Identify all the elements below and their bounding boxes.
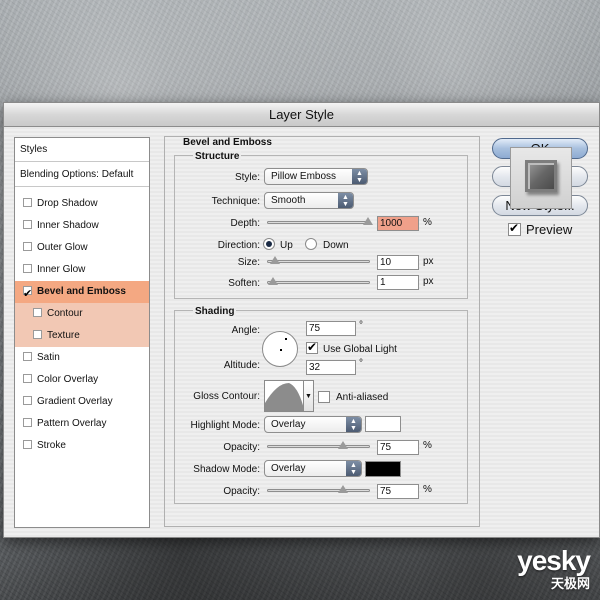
structure-title: Structure (193, 151, 242, 162)
highlight-opacity-thumb[interactable] (338, 441, 348, 449)
soften-label: Soften: (228, 278, 260, 289)
shadow-opacity-thumb[interactable] (338, 485, 348, 493)
checkbox-contour[interactable] (33, 308, 42, 317)
checkbox-stroke[interactable] (23, 440, 32, 449)
depth-unit: % (423, 217, 432, 228)
size-slider-thumb[interactable] (270, 256, 280, 264)
style-item-texture[interactable]: Texture (15, 325, 149, 347)
depth-slider-thumb[interactable] (363, 217, 373, 225)
checkbox-inner-shadow[interactable] (23, 220, 32, 229)
direction-up-label: Up (280, 240, 293, 251)
soften-slider[interactable] (267, 281, 370, 284)
depth-label: Depth: (230, 218, 260, 229)
layer-style-dialog: Layer Style Styles Blending Options: Def… (3, 102, 600, 538)
style-item-inner-glow[interactable]: Inner Glow (15, 259, 149, 281)
checkbox-inner-glow[interactable] (23, 264, 32, 273)
gloss-contour-preview[interactable] (264, 380, 304, 412)
checkbox-bevel-emboss[interactable] (23, 283, 32, 305)
gloss-contour-dropdown[interactable]: ▼ (304, 380, 314, 412)
blending-options-item[interactable]: Blending Options: Default (15, 163, 149, 187)
checkbox-pattern-overlay[interactable] (23, 418, 32, 427)
styles-list: Styles Blending Options: Default Drop Sh… (14, 137, 150, 528)
highlight-mode-label: Highlight Mode: (190, 420, 260, 431)
popup-arrows-icon: ▲ ▼ (346, 461, 361, 476)
popup-arrows-icon: ▲ ▼ (338, 193, 353, 208)
soften-field[interactable]: 1 (377, 275, 419, 290)
shadow-opacity-label: Opacity: (223, 486, 260, 497)
angle-dial[interactable] (262, 331, 298, 367)
angle-label: Angle: (231, 325, 260, 336)
checkbox-color-overlay[interactable] (23, 374, 32, 383)
dialog-title: Layer Style (4, 103, 599, 127)
style-item-gradient-overlay[interactable]: Gradient Overlay (15, 391, 149, 413)
shadow-mode-label: Shadow Mode: (193, 464, 260, 475)
use-global-light-label: Use Global Light (323, 344, 397, 355)
style-item-inner-shadow[interactable]: Inner Shadow (15, 215, 149, 237)
technique-label: Technique: (211, 196, 260, 207)
altitude-label: Altitude: (223, 360, 260, 371)
preview-label: Preview (526, 222, 573, 237)
highlight-mode-popup[interactable]: Overlay ▲ ▼ (264, 416, 362, 433)
direction-up-radio[interactable] (263, 238, 275, 250)
soften-unit: px (423, 276, 434, 287)
size-unit: px (423, 256, 434, 267)
size-field[interactable]: 10 (377, 255, 419, 270)
style-item-satin[interactable]: Satin (15, 347, 149, 369)
checkbox-satin[interactable] (23, 352, 32, 361)
shadow-opacity-unit: % (423, 484, 432, 495)
highlight-opacity-field[interactable]: 75 (377, 440, 419, 455)
shading-title: Shading (193, 306, 237, 317)
technique-popup[interactable]: Smooth ▲ ▼ (264, 192, 354, 209)
depth-slider[interactable] (267, 221, 370, 224)
depth-field[interactable]: 1000 (377, 216, 419, 231)
shadow-color-swatch[interactable] (365, 461, 401, 477)
bevel-section-title: Bevel and Emboss (183, 137, 272, 148)
popup-arrows-icon: ▲ ▼ (352, 169, 367, 184)
preview-swatch (525, 160, 557, 192)
direction-down-label: Down (323, 240, 349, 251)
watermark: yesky 天极网 (517, 545, 591, 592)
style-item-contour[interactable]: Contour (15, 303, 149, 325)
direction-down-radio[interactable] (305, 238, 317, 250)
style-preview-thumbnail (510, 147, 572, 209)
angle-unit: ° (359, 320, 363, 331)
popup-arrows-icon: ▲ ▼ (346, 417, 361, 432)
highlight-opacity-unit: % (423, 440, 432, 451)
style-popup[interactable]: Pillow Emboss ▲ ▼ (264, 168, 368, 185)
styles-header[interactable]: Styles (15, 138, 149, 162)
dial-center-dot (280, 349, 282, 351)
shadow-opacity-slider[interactable] (267, 489, 370, 492)
size-label: Size: (237, 257, 260, 268)
dial-angle-indicator (285, 338, 287, 340)
style-item-stroke[interactable]: Stroke (15, 435, 149, 457)
shadow-opacity-field[interactable]: 75 (377, 484, 419, 499)
soften-slider-thumb[interactable] (268, 277, 278, 285)
anti-aliased-label: Anti-aliased (336, 392, 389, 403)
altitude-unit: ° (359, 358, 363, 369)
style-label: Style: (234, 172, 260, 183)
anti-aliased-checkbox[interactable] (318, 391, 330, 403)
direction-label: Direction: (217, 240, 260, 251)
style-item-drop-shadow[interactable]: Drop Shadow (15, 193, 149, 215)
checkbox-drop-shadow[interactable] (23, 198, 32, 207)
checkbox-texture[interactable] (33, 330, 42, 339)
altitude-field[interactable]: 32 (306, 360, 356, 375)
style-item-pattern-overlay[interactable]: Pattern Overlay (15, 413, 149, 435)
gloss-contour-label: Gloss Contour: (193, 391, 260, 402)
style-item-outer-glow[interactable]: Outer Glow (15, 237, 149, 259)
highlight-color-swatch[interactable] (365, 416, 401, 432)
size-slider[interactable] (267, 260, 370, 263)
shadow-mode-popup[interactable]: Overlay ▲ ▼ (264, 460, 362, 477)
preview-checkbox[interactable] (508, 221, 521, 236)
style-item-bevel-emboss[interactable]: Bevel and Emboss (15, 281, 149, 305)
highlight-opacity-label: Opacity: (223, 442, 260, 453)
checkbox-gradient-overlay[interactable] (23, 396, 32, 405)
angle-field[interactable]: 75 (306, 321, 356, 336)
checkbox-outer-glow[interactable] (23, 242, 32, 251)
contour-curve-icon (265, 383, 303, 411)
highlight-opacity-slider[interactable] (267, 445, 370, 448)
use-global-light-checkbox[interactable] (306, 340, 318, 354)
style-item-color-overlay[interactable]: Color Overlay (15, 369, 149, 391)
